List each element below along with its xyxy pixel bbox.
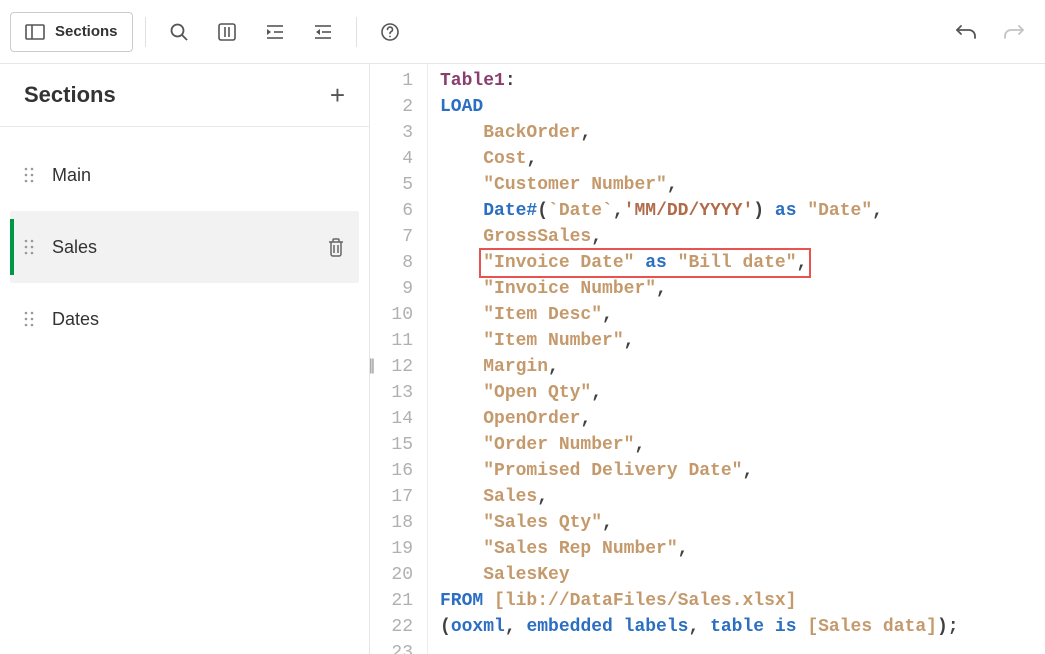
line-number: 21 xyxy=(370,588,413,614)
line-number: 22 xyxy=(370,614,413,640)
line-number: 14 xyxy=(370,406,413,432)
line-number: 1 xyxy=(370,68,413,94)
code-line[interactable]: "Promised Delivery Date", xyxy=(440,458,959,484)
code-line[interactable]: "Item Number", xyxy=(440,328,959,354)
code-line[interactable]: SalesKey xyxy=(440,562,959,588)
highlight-box: "Invoice Date" as "Bill date", xyxy=(479,248,811,278)
line-number: 23 xyxy=(370,640,413,654)
code-line[interactable]: "Open Qty", xyxy=(440,380,959,406)
code-editor[interactable]: 1234567891011121314151617181920212223 Ta… xyxy=(370,64,1045,654)
line-number: 9 xyxy=(370,276,413,302)
section-list: Main Sales Dates xyxy=(0,127,369,367)
line-number: 6 xyxy=(370,198,413,224)
section-item[interactable]: Sales xyxy=(10,211,359,283)
toolbar: Sections xyxy=(0,0,1045,64)
sections-toggle-button[interactable]: Sections xyxy=(10,12,133,52)
line-number: 19 xyxy=(370,536,413,562)
line-number: 20 xyxy=(370,562,413,588)
outdent-button[interactable] xyxy=(302,11,344,53)
code-line[interactable]: FROM [lib://DataFiles/Sales.xlsx] xyxy=(440,588,959,614)
section-item-label: Main xyxy=(52,165,91,186)
sections-toggle-label: Sections xyxy=(55,23,118,40)
code-line[interactable]: Cost, xyxy=(440,146,959,172)
line-number: 16 xyxy=(370,458,413,484)
code-line[interactable]: Sales, xyxy=(440,484,959,510)
code-line[interactable]: "Sales Qty", xyxy=(440,510,959,536)
section-item-label: Dates xyxy=(52,309,99,330)
code-line[interactable]: "Item Desc", xyxy=(440,302,959,328)
line-number: 10 xyxy=(370,302,413,328)
add-section-button[interactable]: + xyxy=(330,82,345,108)
code-line[interactable]: OpenOrder, xyxy=(440,406,959,432)
code-line[interactable] xyxy=(440,640,959,654)
line-number: 18 xyxy=(370,510,413,536)
drag-handle-icon[interactable] xyxy=(24,166,34,184)
help-button[interactable] xyxy=(369,11,411,53)
line-number: 13 xyxy=(370,380,413,406)
undo-button[interactable] xyxy=(945,11,987,53)
line-number: 2 xyxy=(370,94,413,120)
redo-button[interactable] xyxy=(993,11,1035,53)
line-number: 11 xyxy=(370,328,413,354)
drag-handle-icon[interactable] xyxy=(24,238,34,256)
section-item[interactable]: Dates xyxy=(0,283,369,355)
delete-section-button[interactable] xyxy=(327,237,345,257)
code-line[interactable]: "Customer Number", xyxy=(440,172,959,198)
line-number: 3 xyxy=(370,120,413,146)
toolbar-divider xyxy=(145,17,146,47)
code-line[interactable]: Date#(`Date`,'MM/DD/YYYY') as "Date", xyxy=(440,198,959,224)
search-button[interactable] xyxy=(158,11,200,53)
code-line[interactable]: Margin, xyxy=(440,354,959,380)
panel-icon xyxy=(25,24,45,40)
main: Sections + MainSalesDates || 12345678910… xyxy=(0,64,1045,654)
code-line[interactable]: "Sales Rep Number", xyxy=(440,536,959,562)
toolbar-divider xyxy=(356,17,357,47)
line-number: 8 xyxy=(370,250,413,276)
code-line[interactable]: "Order Number", xyxy=(440,432,959,458)
line-number: 4 xyxy=(370,146,413,172)
section-item[interactable]: Main xyxy=(0,139,369,211)
section-item-label: Sales xyxy=(52,237,97,258)
line-number: 7 xyxy=(370,224,413,250)
code-line[interactable]: (ooxml, embedded labels, table is [Sales… xyxy=(440,614,959,640)
gutter: 1234567891011121314151617181920212223 xyxy=(370,64,428,654)
indent-button[interactable] xyxy=(254,11,296,53)
sidebar-title: Sections xyxy=(24,82,116,108)
comment-button[interactable] xyxy=(206,11,248,53)
code-line[interactable]: LOAD xyxy=(440,94,959,120)
code-area[interactable]: Table1:LOAD BackOrder, Cost, "Customer N… xyxy=(428,64,959,654)
code-line[interactable]: GrossSales, xyxy=(440,224,959,250)
line-number: 12 xyxy=(370,354,413,380)
code-line[interactable]: BackOrder, xyxy=(440,120,959,146)
line-number: 17 xyxy=(370,484,413,510)
code-line[interactable]: Table1: xyxy=(440,68,959,94)
code-line[interactable]: "Invoice Date" as "Bill date", xyxy=(440,250,959,276)
sections-sidebar: Sections + Main Sales Dates || xyxy=(0,64,370,654)
code-line[interactable]: "Invoice Number", xyxy=(440,276,959,302)
splitter-handle[interactable]: || xyxy=(369,357,373,375)
sidebar-header: Sections + xyxy=(0,64,369,127)
line-number: 15 xyxy=(370,432,413,458)
drag-handle-icon[interactable] xyxy=(24,310,34,328)
line-number: 5 xyxy=(370,172,413,198)
